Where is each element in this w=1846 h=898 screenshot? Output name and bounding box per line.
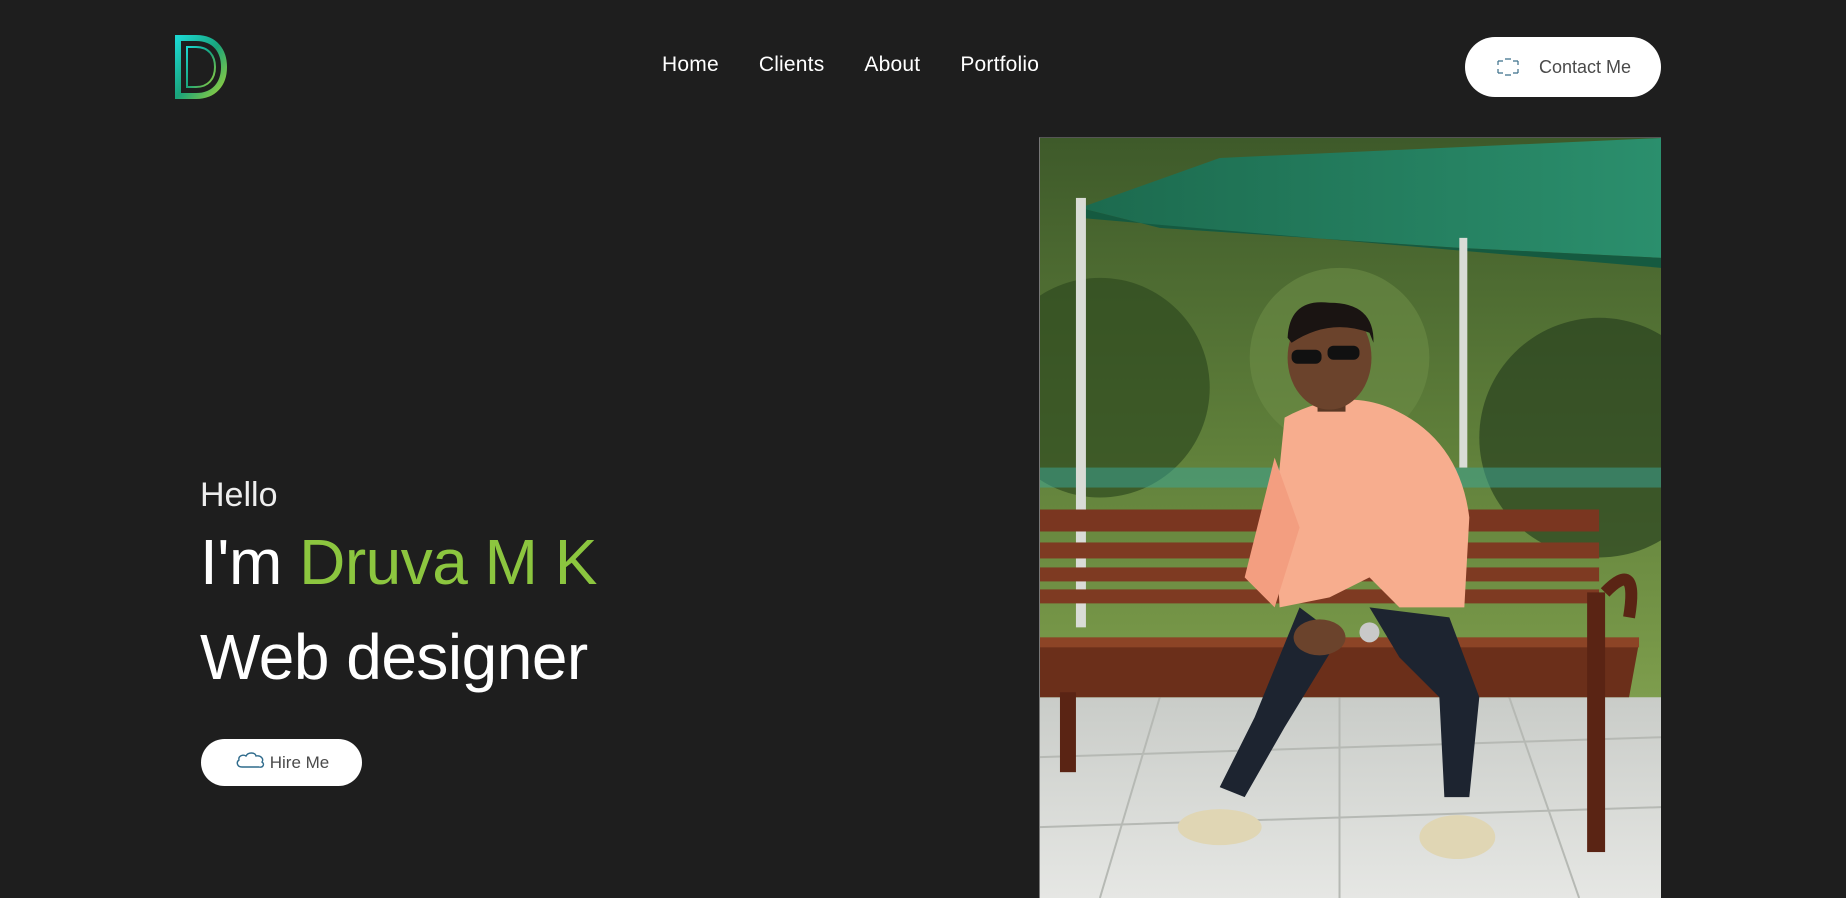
nav-clients[interactable]: Clients: [759, 53, 825, 77]
hire-me-label: Hire Me: [269, 752, 330, 772]
logo[interactable]: D: [170, 32, 230, 102]
nav-about[interactable]: About: [864, 53, 920, 77]
intro-prefix: I'm: [200, 526, 282, 598]
cloud-icon: [236, 751, 264, 768]
logo-mark: D: [175, 35, 228, 99]
profile-photo-illustration: [1040, 138, 1661, 898]
profile-photo: [1039, 137, 1661, 898]
person-name: Druva M K: [299, 526, 597, 598]
greeting: Hello: [200, 476, 278, 514]
page: D Home Clients About Portfolio Contact M…: [0, 0, 1846, 898]
intro-heading: I'm Druva M K: [200, 530, 597, 594]
nav-portfolio[interactable]: Portfolio: [960, 53, 1039, 77]
message-icon: [1497, 58, 1519, 76]
nav-home[interactable]: Home: [662, 53, 719, 77]
hire-me-button[interactable]: Hire Me: [201, 739, 362, 786]
contact-me-button[interactable]: Contact Me: [1465, 37, 1661, 97]
role-heading: Web designer: [200, 621, 588, 693]
contact-me-label: Contact Me: [1538, 56, 1632, 77]
main-nav: Home Clients About Portfolio: [662, 53, 1039, 77]
